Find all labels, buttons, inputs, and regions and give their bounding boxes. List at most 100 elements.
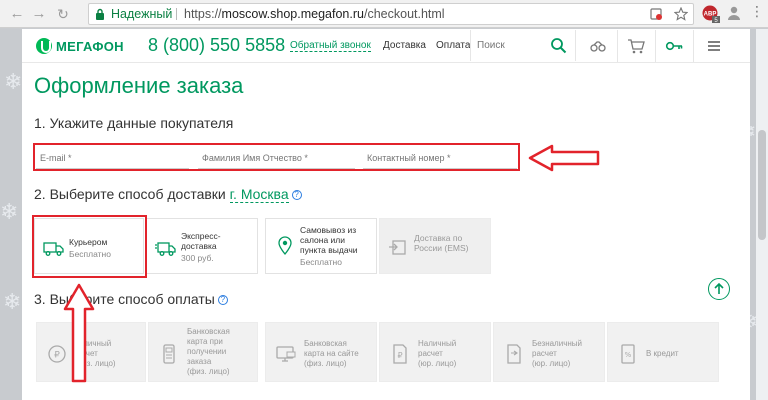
secure-label: Надежный	[111, 7, 173, 21]
search-box	[470, 30, 576, 61]
payment-line: (юр. лицо)	[418, 359, 457, 368]
snowflake-icon: ❄	[4, 69, 23, 94]
pin-icon	[278, 236, 292, 255]
adblock-extension-icon[interactable]: ABP 5	[702, 5, 720, 28]
city-selector[interactable]: г. Москва	[229, 186, 289, 203]
payment-line: Банковская	[304, 339, 347, 348]
payment-option-card-on-delivery[interactable]: Банковская карта при получении заказа (физ. …	[148, 322, 258, 382]
payment-line: Банковская	[187, 327, 230, 336]
url-scheme: https://	[184, 7, 222, 21]
payment-line: Наличный	[418, 339, 457, 348]
payment-line: получении	[187, 347, 227, 356]
address-separator	[176, 8, 177, 20]
delivery-option-pickup[interactable]: Самовывоз из салона или пункта выдачи Беспл…	[265, 218, 377, 274]
browser-toolbar: ← → ↻ Надежный https://moscow.shop.megaf…	[0, 0, 768, 28]
search-input[interactable]	[477, 37, 545, 53]
delivery-option-ems: Доставка по России (EMS)	[379, 218, 491, 274]
lock-icon	[96, 8, 104, 20]
bookmark-star-icon[interactable]	[674, 7, 688, 21]
delivery-option-express[interactable]: Экспресс-доставка 300 руб.	[146, 218, 258, 274]
step-2-heading: 2. Выберите способ доставки г. Москва?	[34, 186, 302, 203]
delivery-price: 300 руб.	[181, 253, 214, 263]
payment-label: Банковская карта при получении заказа (физ. …	[187, 327, 230, 377]
payment-line: карта при	[187, 337, 223, 346]
payment-option-credit[interactable]: % В кредит	[607, 322, 719, 382]
invoice-icon: ₽	[393, 344, 407, 364]
header-divider	[617, 30, 618, 62]
info-icon[interactable]: ?	[217, 295, 228, 305]
annotation-box-buyer-fields	[33, 143, 520, 171]
checkout-content: МЕГАФОН 8 (800) 550 5858 Обратный звонок…	[22, 29, 750, 400]
payment-line: расчет	[532, 349, 557, 358]
snowflake-icon: ❄	[0, 199, 19, 224]
menu-icon[interactable]	[704, 36, 724, 56]
compare-icon[interactable]	[588, 36, 608, 56]
step-2-text: 2. Выберите способ доставки	[34, 186, 226, 202]
delivery-title-2: доставка	[181, 241, 217, 251]
menu-kebab-icon[interactable]: ⋮	[750, 3, 764, 20]
delivery-label: Экспресс-доставка 300 руб.	[181, 231, 257, 263]
payment-line: Безналичный	[532, 339, 582, 348]
payment-line: (физ. лицо)	[304, 359, 347, 368]
delivery-price: Бесплатно	[300, 257, 342, 267]
delivery-label: Самовывоз из салона или пункта выдачи Беспл…	[300, 225, 376, 267]
card-terminal-icon	[163, 344, 175, 364]
scrollbar-thumb[interactable]	[758, 130, 766, 240]
payment-line: карта на сайте	[304, 349, 359, 358]
snowflake-icon: ❄	[3, 289, 22, 314]
url-host: moscow.shop.megafon.ru	[221, 7, 364, 21]
payment-line: (юр. лицо)	[532, 359, 571, 368]
payment-line: расчет	[418, 349, 443, 358]
delivery-title-3: пункта выдачи	[300, 245, 358, 255]
back-icon[interactable]: ←	[8, 5, 26, 23]
site-header: МЕГАФОН 8 (800) 550 5858 Обратный звонок…	[22, 29, 750, 63]
megafon-logo[interactable]: МЕГАФОН	[36, 37, 124, 55]
payment-option-bank-transfer[interactable]: Безналичный расчет (юр. лицо)	[493, 322, 605, 382]
page-scrollbar[interactable]	[756, 29, 768, 400]
url-text: https://moscow.shop.megafon.ru/checkout.…	[184, 4, 445, 24]
delivery-title-2: салона или	[300, 235, 345, 245]
online-card-icon	[276, 346, 296, 362]
delivery-title: Доставка по	[414, 233, 463, 243]
payment-line: заказа	[187, 357, 212, 366]
annotation-arrow-left	[528, 144, 600, 172]
ems-icon	[389, 240, 406, 255]
payment-line: В кредит	[646, 349, 679, 358]
profile-icon[interactable]	[726, 5, 742, 26]
annotation-arrow-up	[63, 283, 95, 383]
credit-icon: %	[621, 344, 635, 364]
payment-option-card-online[interactable]: Банковская карта на сайте (физ. лицо)	[265, 322, 377, 382]
transfer-icon	[507, 344, 521, 364]
payment-label: Безналичный расчет (юр. лицо)	[532, 339, 582, 369]
blocked-popup-icon[interactable]	[649, 7, 663, 21]
annotation-box-courier	[32, 215, 147, 278]
scroll-to-top-button[interactable]	[708, 278, 730, 300]
step-1-heading: 1. Укажите данные покупателя	[34, 115, 234, 131]
page-title: Оформление заказа	[34, 73, 244, 98]
nav-delivery[interactable]: Доставка	[383, 40, 426, 51]
cart-icon[interactable]	[626, 36, 646, 56]
forward-icon[interactable]: →	[30, 5, 48, 23]
reload-icon[interactable]: ↻	[54, 5, 72, 23]
nav-payment[interactable]: Оплата	[436, 40, 470, 51]
payment-label: В кредит	[646, 349, 679, 359]
megafon-logo-icon	[36, 38, 52, 54]
delivery-title: Самовывоз из	[300, 225, 357, 235]
payment-label: Банковская карта на сайте (физ. лицо)	[304, 339, 359, 369]
delivery-title: Экспресс-	[181, 231, 221, 241]
header-divider	[655, 30, 656, 62]
payment-label: Наличный расчет (юр. лицо)	[418, 339, 456, 369]
key-icon[interactable]	[664, 36, 684, 56]
search-icon[interactable]	[549, 36, 569, 56]
payment-line: (физ. лицо)	[187, 367, 230, 376]
delivery-label: Доставка по России (EMS)	[414, 233, 490, 253]
logo-text: МЕГАФОН	[56, 38, 124, 54]
callback-link[interactable]: Обратный звонок	[290, 40, 371, 52]
delivery-title-2: России (EMS)	[414, 243, 469, 253]
address-bar[interactable]: Надежный https://moscow.shop.megafon.ru/…	[88, 3, 694, 25]
hotline-phone[interactable]: 8 (800) 550 5858	[148, 35, 285, 56]
info-icon[interactable]: ?	[291, 190, 302, 200]
payment-option-cash-legal[interactable]: ₽ Наличный расчет (юр. лицо)	[379, 322, 491, 382]
svg-text:%: %	[625, 351, 632, 359]
svg-text:₽: ₽	[54, 351, 60, 361]
